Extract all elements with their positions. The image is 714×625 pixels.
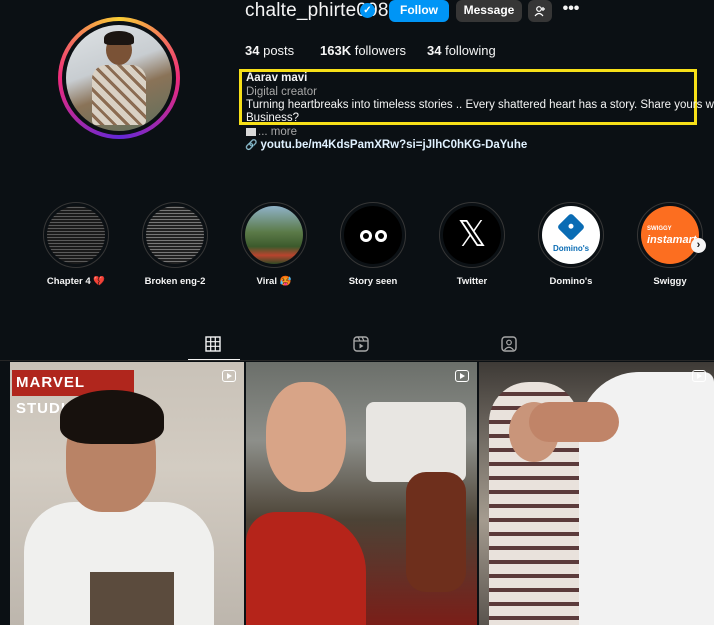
- follow-button[interactable]: Follow: [389, 0, 449, 22]
- post-thumbnail[interactable]: [246, 362, 477, 625]
- posts-count: 34 posts: [245, 43, 295, 58]
- highlight-label: Story seen: [348, 276, 398, 287]
- highlight-label: Domino's: [549, 276, 593, 287]
- avatar-image: [66, 25, 172, 131]
- chevron-right-icon[interactable]: ›: [691, 238, 706, 253]
- highlight-label: Swiggy: [653, 276, 687, 287]
- tagged-icon: [501, 336, 517, 352]
- bio-text: Turning heartbreaks into timeless storie…: [246, 99, 714, 111]
- x-logo-icon: 𝕏: [443, 206, 501, 264]
- highlight-broken-eng-2[interactable]: [142, 202, 208, 268]
- highlight-dominos[interactable]: Domino's: [538, 202, 604, 268]
- highlight-twitter[interactable]: 𝕏: [439, 202, 505, 268]
- message-button[interactable]: Message: [456, 0, 522, 22]
- reels-icon: [353, 336, 369, 352]
- reel-icon: [455, 370, 469, 382]
- highlight-chapter-4[interactable]: [43, 202, 109, 268]
- options-button[interactable]: •••: [560, 0, 582, 22]
- bio-more-link[interactable]: ... more: [246, 126, 297, 138]
- grid-icon: [205, 336, 221, 352]
- link-icon: 🔗: [245, 140, 258, 151]
- reel-icon: [222, 370, 236, 382]
- suggested-users-button[interactable]: [528, 0, 552, 22]
- highlight-label: Chapter 4 💔: [46, 276, 106, 287]
- add-user-icon: [534, 6, 545, 17]
- active-tab-indicator: [188, 359, 240, 360]
- bio-external-link[interactable]: 🔗 youtu.be/m4KdsPamXRw?si=jJlhC0hKG-DaYuh…: [245, 139, 527, 151]
- profile-avatar[interactable]: [58, 17, 180, 139]
- highlight-label: Viral 🥵: [256, 276, 292, 287]
- post-thumbnail[interactable]: [479, 362, 714, 625]
- highlight-label: Twitter: [456, 276, 488, 287]
- verified-badge-icon: ✓: [360, 3, 375, 18]
- highlight-swiggy[interactable]: SWIGGY instamart: [637, 202, 703, 268]
- highlight-label: Broken eng-2: [144, 276, 206, 287]
- tab-reels[interactable]: [353, 336, 371, 354]
- bio-text-2: Business?: [246, 112, 300, 124]
- dominos-logo-icon: [556, 212, 586, 242]
- highlight-viral[interactable]: [241, 202, 307, 268]
- bio-category: Digital creator: [246, 86, 317, 98]
- tab-posts[interactable]: [205, 336, 223, 354]
- tab-tagged[interactable]: [501, 336, 519, 354]
- reel-icon: [692, 370, 706, 382]
- following-count[interactable]: 34 following: [427, 43, 496, 58]
- emoji-placeholder: [246, 127, 256, 136]
- avatar-frame: [62, 21, 176, 135]
- bio-name: Aarav mavi: [246, 72, 308, 84]
- followers-count[interactable]: 163K followers: [320, 43, 406, 58]
- tabs-divider: [0, 360, 714, 361]
- highlight-story-seen[interactable]: [340, 202, 406, 268]
- post-thumbnail[interactable]: MARVEL STUDIOS: [10, 362, 244, 625]
